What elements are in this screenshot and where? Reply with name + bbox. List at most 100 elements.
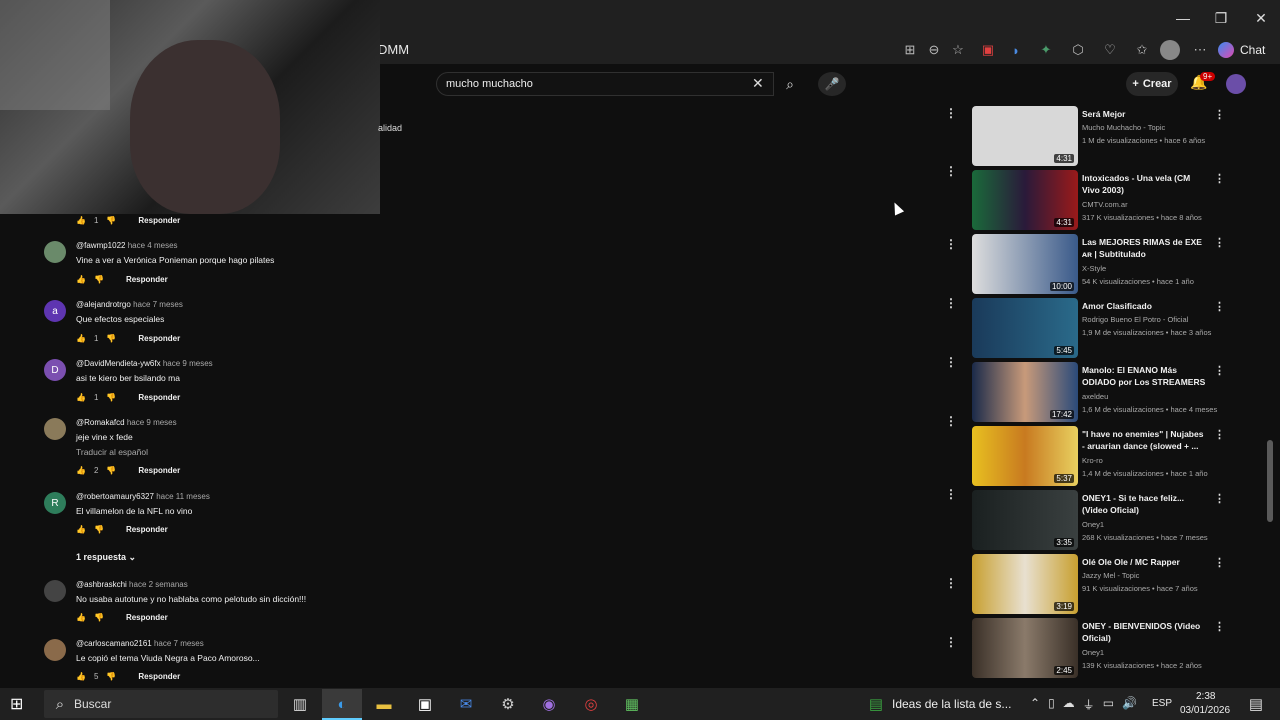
video-item[interactable]: 5:37 "I have no enemies" | Nujabes - aru…: [972, 426, 1232, 486]
avatar[interactable]: [1226, 74, 1246, 94]
video-thumbnail[interactable]: 4:31: [972, 106, 1078, 166]
video-menu-icon[interactable]: ⋮: [1214, 236, 1225, 249]
video-item[interactable]: 3:35 ONEY1 - Si te hace feliz... (Video …: [972, 490, 1232, 550]
video-menu-icon[interactable]: ⋮: [1214, 300, 1225, 313]
create-button[interactable]: + Crear: [1126, 72, 1178, 96]
comment-menu-icon[interactable]: ⋮: [945, 576, 957, 590]
address-bar[interactable]: DMM: [378, 42, 409, 57]
video-channel[interactable]: Jazzy Mel - Topic: [1082, 571, 1139, 580]
translate-link[interactable]: Traducir al español: [76, 447, 148, 457]
reply-button[interactable]: Responder: [138, 334, 180, 343]
clear-search-icon[interactable]: ✕: [752, 75, 764, 92]
minimize-icon[interactable]: —: [1168, 6, 1198, 30]
video-thumbnail[interactable]: 3:19: [972, 554, 1078, 614]
video-menu-icon[interactable]: ⋮: [1214, 556, 1225, 569]
language-indicator[interactable]: ESP: [1152, 698, 1172, 709]
video-item[interactable]: 3:19 Olé Ole Ole / MC Rapper Jazzy Mel -…: [972, 554, 1232, 614]
scrollbar-thumb[interactable]: [1267, 440, 1273, 522]
dislike-icon[interactable]: 👎: [94, 525, 104, 534]
video-channel[interactable]: Oney1: [1082, 520, 1104, 529]
video-channel[interactable]: Rodrigo Bueno El Potro - Oficial: [1082, 315, 1188, 324]
clock-time[interactable]: 2:38: [1196, 691, 1215, 702]
obs-icon[interactable]: ◎: [579, 692, 603, 716]
video-channel[interactable]: Kro-ro: [1082, 456, 1103, 465]
video-channel[interactable]: X-Style: [1082, 264, 1106, 273]
avatar[interactable]: D: [44, 359, 66, 381]
reply-button[interactable]: Responder: [138, 393, 180, 402]
avatar[interactable]: a: [44, 300, 66, 322]
browser-essentials-icon[interactable]: ♡: [1100, 40, 1120, 60]
like-icon[interactable]: 👍: [76, 466, 86, 475]
video-title[interactable]: Las MEJORES RIMAS de EXE ᴀʀ | Subtitulad…: [1082, 236, 1208, 260]
video-title[interactable]: Manolo: El ENANO Más ODIADO por Los STRE…: [1082, 364, 1208, 388]
dislike-icon[interactable]: 👎: [94, 613, 104, 622]
dislike-icon[interactable]: 👎: [106, 393, 116, 402]
reply-button[interactable]: Responder: [126, 525, 168, 534]
video-thumbnail[interactable]: 2:45: [972, 618, 1078, 678]
avatar[interactable]: [44, 418, 66, 440]
video-thumbnail[interactable]: 4:31: [972, 170, 1078, 230]
video-item[interactable]: 2:45 ONEY - BIENVENIDOS (Video Oficial) …: [972, 618, 1232, 678]
zoom-icon[interactable]: ⊖: [924, 40, 944, 60]
comment-menu-icon[interactable]: ⋮: [945, 237, 957, 251]
extension-3-icon[interactable]: ✦: [1036, 40, 1056, 60]
reply-button[interactable]: Responder: [126, 613, 168, 622]
minecraft-icon[interactable]: ▦: [620, 692, 644, 716]
notification-center-icon[interactable]: ▤: [1244, 692, 1268, 716]
video-item[interactable]: 4:31 Intoxicados - Una vela (CM Vivo 200…: [972, 170, 1232, 230]
like-icon[interactable]: 👍: [76, 334, 86, 343]
clock-date[interactable]: 03/01/2026: [1180, 705, 1230, 716]
comment-menu-icon[interactable]: ⋮: [945, 414, 957, 428]
like-icon[interactable]: 👍: [76, 525, 86, 534]
video-thumbnail[interactable]: 5:37: [972, 426, 1078, 486]
reply-button[interactable]: Responder: [138, 466, 180, 475]
video-channel[interactable]: Oney1: [1082, 648, 1104, 657]
steam-icon[interactable]: ⚙: [496, 692, 520, 716]
extensions-puzzle-icon[interactable]: ⬡: [1068, 40, 1088, 60]
view-replies-button[interactable]: 1 respuesta ⌄: [76, 552, 136, 563]
comment-menu-icon[interactable]: ⋮: [945, 164, 957, 178]
volume-icon[interactable]: 🔊: [1122, 696, 1137, 713]
news-widget-text[interactable]: Ideas de la lista de s...: [892, 697, 1011, 711]
microsoft-store-icon[interactable]: ▣: [413, 692, 437, 716]
search-value[interactable]: mucho muchacho: [446, 78, 533, 90]
taskbar-search-placeholder[interactable]: Buscar: [74, 697, 111, 711]
microphone-icon[interactable]: 🎤: [818, 72, 846, 96]
like-icon[interactable]: 👍: [76, 275, 86, 284]
copilot-chat-button[interactable]: Chat: [1218, 38, 1265, 62]
extension-icon[interactable]: ▣: [978, 40, 998, 60]
favorites-icon[interactable]: ✩: [1132, 40, 1152, 60]
file-explorer-icon[interactable]: ▬: [372, 692, 396, 716]
video-title[interactable]: Intoxicados - Una vela (CM Vivo 2003): [1082, 172, 1208, 196]
avatar[interactable]: [44, 580, 66, 602]
video-item[interactable]: 4:31 Será Mejor Mucho Muchacho - Topic 1…: [972, 106, 1232, 166]
video-title[interactable]: "I have no enemies" | Nujabes - aruarian…: [1082, 428, 1208, 452]
dislike-icon[interactable]: 👎: [106, 334, 116, 343]
video-item[interactable]: 17:42 Manolo: El ENANO Más ODIADO por Lo…: [972, 362, 1232, 422]
windows-start-icon[interactable]: ⊞: [10, 694, 30, 714]
more-menu-icon[interactable]: ⋯: [1190, 40, 1210, 60]
video-thumbnail[interactable]: 5:45: [972, 298, 1078, 358]
video-title[interactable]: Será Mejor: [1082, 108, 1208, 120]
video-channel[interactable]: axeldeu: [1082, 392, 1108, 401]
video-title[interactable]: Olé Ole Ole / MC Rapper: [1082, 556, 1208, 568]
dislike-icon[interactable]: 👎: [106, 466, 116, 475]
tray-app-icon[interactable]: ▯: [1048, 696, 1055, 713]
like-icon[interactable]: 👍: [76, 216, 86, 225]
reply-button[interactable]: Responder: [126, 275, 168, 284]
like-icon[interactable]: 👍: [76, 393, 86, 402]
video-channel[interactable]: Mucho Muchacho - Topic: [1082, 123, 1165, 132]
avatar[interactable]: [44, 241, 66, 263]
video-item[interactable]: 10:00 Las MEJORES RIMAS de EXE ᴀʀ | Subt…: [972, 234, 1232, 294]
edge-browser-icon[interactable]: ◐: [330, 692, 354, 716]
mail-icon[interactable]: ✉: [454, 692, 478, 716]
avatar[interactable]: R: [44, 492, 66, 514]
reply-button[interactable]: Responder: [138, 216, 180, 225]
video-menu-icon[interactable]: ⋮: [1214, 172, 1225, 185]
profile-icon[interactable]: [1160, 40, 1180, 60]
comment-menu-icon[interactable]: ⋮: [945, 106, 957, 120]
video-title[interactable]: Amor Clasificado: [1082, 300, 1208, 312]
split-screen-icon[interactable]: ⊞: [900, 40, 920, 60]
search-icon[interactable]: ⌕: [776, 72, 804, 96]
video-menu-icon[interactable]: ⋮: [1214, 492, 1225, 505]
